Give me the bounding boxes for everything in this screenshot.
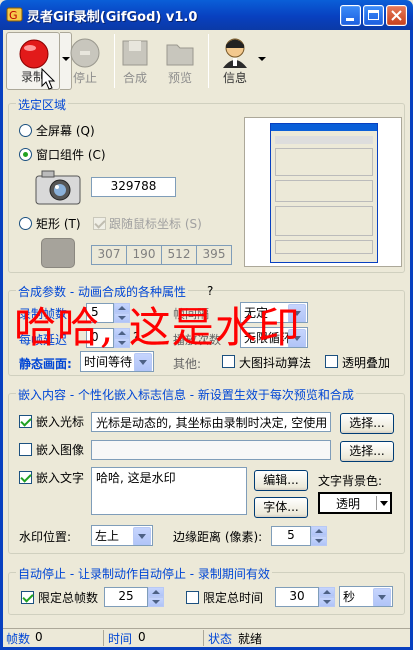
limit-time-checkbox[interactable] bbox=[186, 591, 199, 604]
embed-group-title: 嵌入内容 - 个性化嵌入标志信息 - 新设置生效于每次预览和合成 bbox=[16, 386, 356, 403]
dither-label: 大图抖动算法 bbox=[239, 356, 312, 370]
cursor-text-field[interactable]: 光标是动态的, 其坐标由录制时决定, 空使用 bbox=[91, 412, 331, 432]
choose-cursor-button[interactable]: 选择... bbox=[340, 413, 394, 434]
autostop-group-title: 自动停止 - 让录制动作自动停止 - 录制期间有效 bbox=[16, 565, 272, 582]
info-dropdown-arrow[interactable] bbox=[258, 57, 266, 61]
rect-select-button[interactable] bbox=[41, 238, 75, 268]
status-frames-value: 0 bbox=[35, 630, 43, 644]
static-label: 静态画面: bbox=[19, 357, 72, 371]
embed-text-area[interactable]: 哈哈, 这是水印 bbox=[91, 467, 247, 515]
info-label: 信息 bbox=[222, 71, 247, 85]
image-path-field[interactable] bbox=[91, 440, 331, 460]
follow-mouse-label: 跟随鼠标坐标 (S) bbox=[109, 217, 202, 231]
stop-icon bbox=[70, 38, 100, 68]
stop-button[interactable]: 停止 bbox=[58, 32, 112, 90]
window-title: 灵者Gif录制(GifGod) v1.0 bbox=[27, 10, 198, 25]
other-label: 其他: bbox=[173, 357, 202, 371]
window-component-label: 窗口组件 (C) bbox=[36, 148, 106, 162]
margin-field[interactable]: 5 bbox=[271, 526, 311, 546]
rect-h-field[interactable]: 395 bbox=[196, 245, 232, 265]
rect-y-field[interactable]: 190 bbox=[126, 245, 162, 265]
fullscreen-label: 全屏幕 (Q) bbox=[36, 124, 95, 138]
limit-time-field[interactable]: 30 bbox=[275, 587, 319, 607]
svg-text:G: G bbox=[9, 9, 18, 22]
limit-time-spinner[interactable] bbox=[319, 587, 335, 607]
close-button[interactable] bbox=[386, 5, 407, 26]
status-bar: 帧数 0 时间 0 状态 就绪 bbox=[3, 628, 410, 647]
margin-label: 边缘距离 (像素): bbox=[173, 530, 263, 544]
preview-label: 预览 bbox=[167, 71, 192, 85]
rect-label: 矩形 (T) bbox=[36, 217, 81, 231]
watermark-position-select[interactable]: 左上 bbox=[91, 525, 153, 546]
close-icon bbox=[391, 10, 402, 21]
camera-icon[interactable] bbox=[34, 168, 82, 206]
embed-cursor-checkbox[interactable] bbox=[19, 415, 32, 428]
rect-w-field[interactable]: 512 bbox=[161, 245, 197, 265]
fullscreen-radio[interactable] bbox=[19, 124, 32, 137]
film-icon bbox=[122, 40, 148, 66]
limit-time-label: 限定总时间 bbox=[203, 591, 264, 605]
mouse-cursor-icon bbox=[41, 68, 56, 90]
bg-color-value: 透明 bbox=[336, 497, 361, 511]
preview-thumbnail bbox=[244, 117, 402, 267]
transparent-checkbox[interactable] bbox=[325, 355, 338, 368]
bg-color-select[interactable]: 透明 bbox=[318, 492, 392, 514]
embed-image-checkbox[interactable] bbox=[19, 443, 32, 456]
time-unit-select[interactable]: 秒 bbox=[339, 586, 393, 607]
choose-image-button[interactable]: 选择... bbox=[340, 441, 394, 462]
follow-mouse-checkbox[interactable] bbox=[93, 217, 106, 230]
region-group-title: 选定区域 bbox=[16, 96, 69, 113]
watermark-overlay-text: 哈哈, 这是水印 bbox=[14, 303, 301, 352]
dither-checkbox[interactable] bbox=[222, 355, 235, 368]
window-component-radio[interactable] bbox=[19, 148, 32, 161]
stop-label: 停止 bbox=[72, 71, 97, 85]
status-time-label: 时间 bbox=[108, 632, 133, 646]
preview-button[interactable]: 预览 bbox=[153, 32, 207, 90]
minimize-button[interactable] bbox=[340, 5, 361, 26]
info-button[interactable]: 信息 bbox=[208, 32, 262, 90]
user-icon bbox=[223, 38, 247, 68]
font-button[interactable]: 字体... bbox=[254, 497, 308, 518]
status-state-label: 状态 bbox=[208, 632, 233, 646]
rect-radio[interactable] bbox=[19, 217, 32, 230]
embed-text-checkbox[interactable] bbox=[19, 471, 32, 484]
status-frames-label: 帧数 bbox=[6, 632, 31, 646]
limit-frames-label: 限定总帧数 bbox=[38, 591, 99, 605]
rect-x-field[interactable]: 307 bbox=[91, 245, 127, 265]
record-icon bbox=[19, 39, 49, 69]
limit-frames-spinner[interactable] bbox=[148, 587, 164, 607]
status-state-value: 就绪 bbox=[238, 632, 263, 646]
limit-frames-checkbox[interactable] bbox=[21, 591, 34, 604]
embed-image-label: 嵌入图像 bbox=[36, 443, 85, 457]
folder-icon bbox=[166, 44, 194, 66]
transparent-label: 透明叠加 bbox=[342, 356, 391, 370]
embed-cursor-label: 嵌入光标 bbox=[36, 415, 85, 429]
status-time-value: 0 bbox=[138, 630, 146, 644]
maximize-button[interactable] bbox=[363, 5, 384, 26]
edit-text-button[interactable]: 编辑... bbox=[254, 470, 308, 491]
limit-frames-field[interactable]: 25 bbox=[104, 587, 148, 607]
window-handle-field[interactable]: 329788 bbox=[91, 177, 176, 197]
margin-spinner[interactable] bbox=[311, 526, 327, 546]
watermark-position-label: 水印位置: bbox=[19, 530, 72, 544]
embed-text-label: 嵌入文字 bbox=[36, 471, 85, 485]
bg-color-label: 文字背景色: bbox=[318, 474, 383, 488]
app-icon: G bbox=[6, 7, 23, 22]
